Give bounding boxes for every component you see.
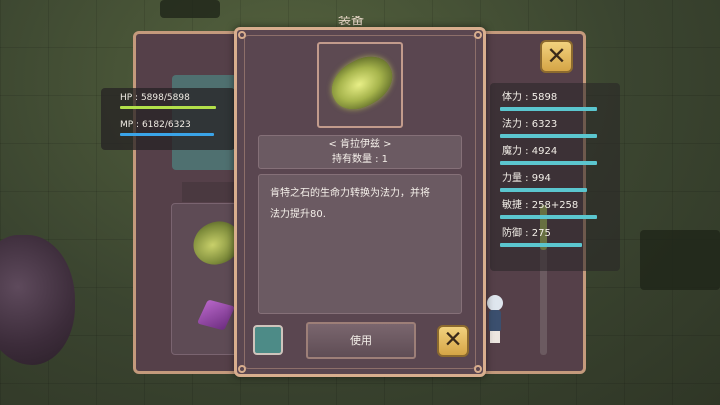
stat-bar [500,161,597,165]
hp-bar [120,106,216,109]
description-line: 肯特之石的生命力转换为法力，并将 [270,188,430,199]
hp-text: HP : 5898/5898 [120,93,190,103]
mp-bar [120,133,214,136]
close-dialog-button[interactable]: ✕ [437,325,469,357]
stat-label: 魔力 : 4924 [502,146,558,157]
ground-shadow [160,0,220,18]
ornament-corner [238,31,246,39]
stat-bar [500,107,597,111]
item-description: 肯特之石的生命力转换为法力，并将 法力提升80. [270,183,452,225]
ornament-corner [238,365,246,373]
mp-text: MP : 6182/6323 [120,120,191,130]
stat-bar [500,243,583,247]
item-name: < 肯拉伊兹 > [328,139,392,150]
stat-label: 法力 : 6323 [502,119,558,130]
stat-label: 力量 : 994 [502,173,551,184]
stat-bar [500,134,597,138]
stat-label: 敏捷 : 258+258 [502,200,579,211]
ornament-corner [474,31,482,39]
stat-label: 防御 : 275 [502,228,551,239]
description-line: 法力提升80. [270,209,326,220]
item-quantity: 持有数量 : 1 [331,154,389,165]
ground-shadow [640,230,720,290]
item-slot-preview[interactable] [253,325,283,355]
close-equipment-button[interactable]: ✕ [540,40,573,73]
stat-bar [500,215,597,219]
ornament-corner [474,365,482,373]
stat-bar [500,188,588,192]
equipment-tab[interactable] [182,182,242,202]
character-avatar [484,295,506,343]
stat-label: 体力 : 5898 [502,92,558,103]
item-name-box: < 肯拉伊兹 > 持有数量 : 1 [258,135,462,169]
use-button[interactable]: 使用 [306,322,416,359]
